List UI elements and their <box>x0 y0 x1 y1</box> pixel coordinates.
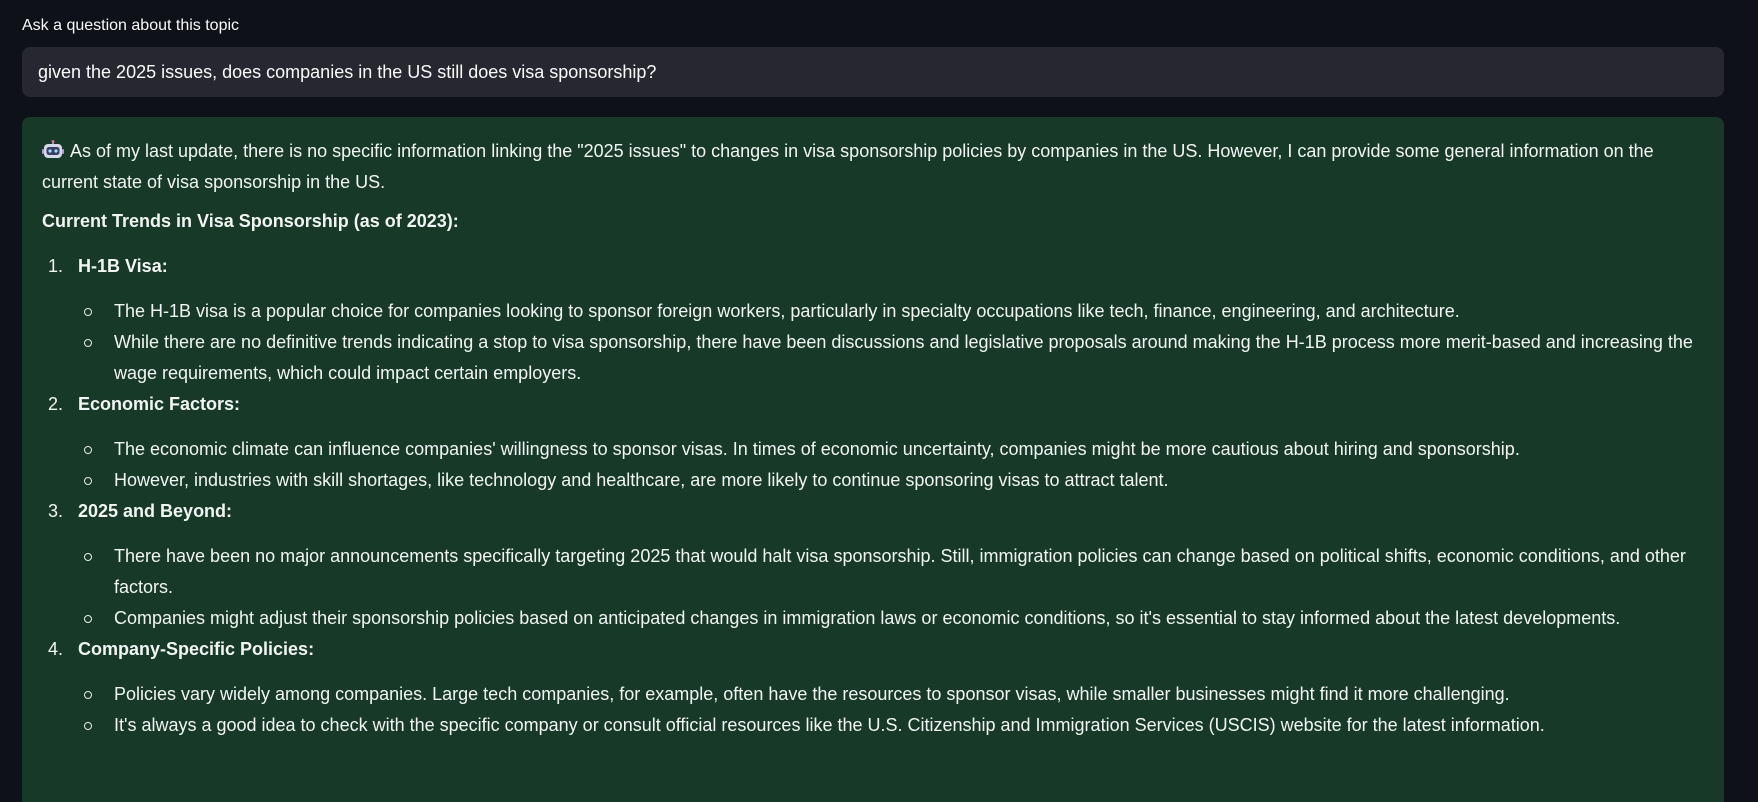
answer-intro: As of my last update, there is no specif… <box>42 136 1704 198</box>
trend-bullet-text: Policies vary widely among companies. La… <box>114 684 1510 704</box>
trend-bullet: Policies vary widely among companies. La… <box>78 679 1704 710</box>
robot-icon <box>42 139 64 159</box>
trend-item: 2. Economic Factors: The economic climate … <box>42 389 1704 496</box>
bullet-circle-icon <box>84 339 92 347</box>
trend-bullet-list: The H-1B visa is a popular choice for co… <box>78 296 1704 389</box>
trend-bullet-text: However, industries with skill shortages… <box>114 470 1169 490</box>
trend-bullet-text: The H-1B visa is a popular choice for co… <box>114 301 1460 321</box>
trend-bullet-text: It's always a good idea to check with th… <box>114 715 1545 735</box>
trend-item-title: H-1B Visa: <box>78 256 168 276</box>
trend-bullet-list: The economic climate can influence compa… <box>78 434 1704 496</box>
trend-item-number: 3. <box>48 501 64 521</box>
answer-heading: Current Trends in Visa Sponsorship (as o… <box>42 211 459 231</box>
bullet-circle-icon <box>84 446 92 454</box>
question-label: Ask a question about this topic <box>22 17 240 34</box>
trend-item-title: Economic Factors: <box>78 394 241 414</box>
trend-bullet-text: Companies might adjust their sponsorship… <box>114 608 1621 628</box>
trend-bullet: It's always a good idea to check with th… <box>78 710 1704 741</box>
trend-bullet: The economic climate can influence compa… <box>78 434 1704 465</box>
trend-bullet-text: The economic climate can influence compa… <box>114 439 1520 459</box>
question-input[interactable] <box>22 47 1724 97</box>
bullet-circle-icon <box>84 615 92 623</box>
trend-item-number: 1. <box>48 256 64 276</box>
bullet-circle-icon <box>84 308 92 316</box>
trend-item: 4. Company-Specific Policies: Policies var… <box>42 634 1704 741</box>
bullet-circle-icon <box>84 722 92 730</box>
bullet-circle-icon <box>84 691 92 699</box>
trend-bullet-text: There have been no major announcements s… <box>114 546 1686 597</box>
trend-bullet-list: Policies vary widely among companies. La… <box>78 679 1704 741</box>
answer-box: As of my last update, there is no specif… <box>22 117 1724 802</box>
trend-item-title: Company-Specific Policies: <box>78 639 315 659</box>
bullet-circle-icon <box>84 553 92 561</box>
trend-item: 3. 2025 and Beyond: There have been no maj… <box>42 496 1704 634</box>
trend-bullet: The H-1B visa is a popular choice for co… <box>78 296 1704 327</box>
trend-list: 1. H-1B Visa: The H-1B visa is a popular c… <box>42 251 1704 741</box>
answer-intro-text: As of my last update, there is no specif… <box>42 141 1654 192</box>
trend-bullet: While there are no definitive trends ind… <box>78 327 1704 389</box>
trend-item: 1. H-1B Visa: The H-1B visa is a popular c… <box>42 251 1704 389</box>
trend-bullet: However, industries with skill shortages… <box>78 465 1704 496</box>
trend-bullet-text: While there are no definitive trends ind… <box>114 332 1693 383</box>
trend-bullet: Companies might adjust their sponsorship… <box>78 603 1704 634</box>
trend-item-title: 2025 and Beyond: <box>78 501 233 521</box>
bullet-circle-icon <box>84 477 92 485</box>
app-page: Ask a question about this topic As of my… <box>0 0 1758 802</box>
trend-item-number: 2. <box>48 394 64 414</box>
trend-item-number: 4. <box>48 639 64 659</box>
trend-bullet-list: There have been no major announcements s… <box>78 541 1704 634</box>
trend-bullet: There have been no major announcements s… <box>78 541 1704 603</box>
